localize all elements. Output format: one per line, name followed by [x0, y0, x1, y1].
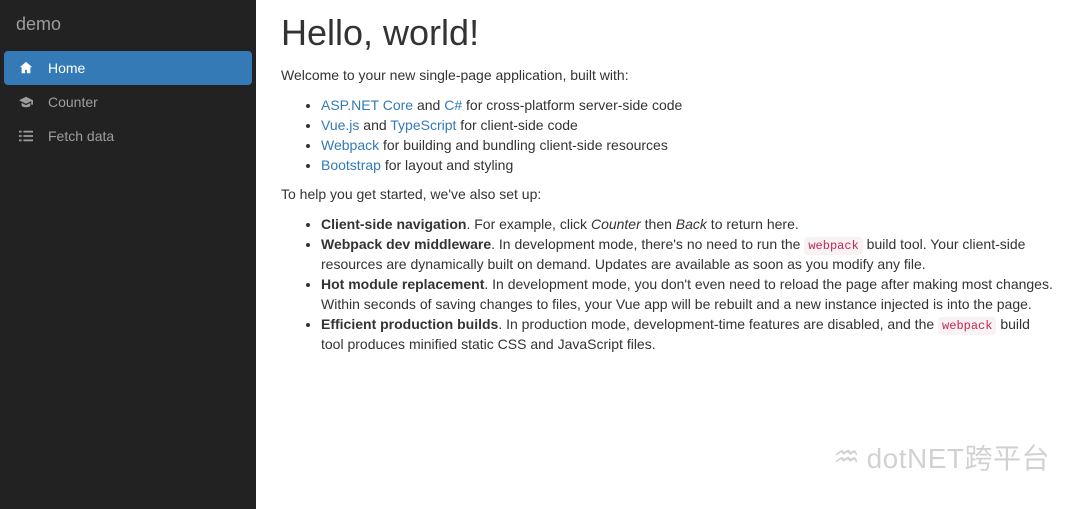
list-item: Vue.js and TypeScript for client-side co…	[321, 116, 1055, 136]
link-webpack[interactable]: Webpack	[321, 137, 379, 153]
link-bootstrap[interactable]: Bootstrap	[321, 157, 381, 173]
code-webpack: webpack	[804, 237, 862, 255]
code-webpack: webpack	[938, 317, 996, 335]
link-aspnet[interactable]: ASP.NET Core	[321, 97, 413, 113]
setup-intro: To help you get started, we've also set …	[281, 185, 1055, 205]
sidebar-item-label: Home	[48, 60, 85, 76]
sidebar-item-fetch-data[interactable]: Fetch data	[4, 119, 252, 153]
list-item: Client-side navigation. For example, cli…	[321, 215, 1055, 235]
list-item: Efficient production builds. In producti…	[321, 315, 1055, 355]
intro-text: Welcome to your new single-page applicat…	[281, 66, 1055, 86]
sidebar-item-label: Counter	[48, 94, 98, 110]
list-item: ASP.NET Core and C# for cross-platform s…	[321, 96, 1055, 116]
feature-list: Client-side navigation. For example, cli…	[281, 215, 1055, 354]
list-item: Bootstrap for layout and styling	[321, 156, 1055, 176]
brand: demo	[0, 0, 256, 47]
link-typescript[interactable]: TypeScript	[390, 117, 456, 133]
link-csharp[interactable]: C#	[444, 97, 462, 113]
main-content: Hello, world! Welcome to your new single…	[256, 0, 1080, 509]
link-vuejs[interactable]: Vue.js	[321, 117, 359, 133]
list-item: Webpack for building and bundling client…	[321, 136, 1055, 156]
sidebar-item-label: Fetch data	[48, 128, 114, 144]
sidebar: demo Home Counter Fetch data	[0, 0, 256, 509]
list-item: Hot module replacement. In development m…	[321, 275, 1055, 315]
wechat-icon: ♒︎	[833, 440, 860, 475]
list-icon	[18, 129, 34, 143]
graduation-cap-icon	[18, 95, 34, 109]
sidebar-item-counter[interactable]: Counter	[4, 85, 252, 119]
tech-list: ASP.NET Core and C# for cross-platform s…	[281, 96, 1055, 176]
page-title: Hello, world!	[281, 12, 1055, 54]
nav: Home Counter Fetch data	[0, 47, 256, 153]
list-item: Webpack dev middleware. In development m…	[321, 235, 1055, 275]
watermark: ♒︎ dotNET跨平台	[833, 437, 1050, 477]
home-icon	[18, 61, 34, 75]
sidebar-item-home[interactable]: Home	[4, 51, 252, 85]
